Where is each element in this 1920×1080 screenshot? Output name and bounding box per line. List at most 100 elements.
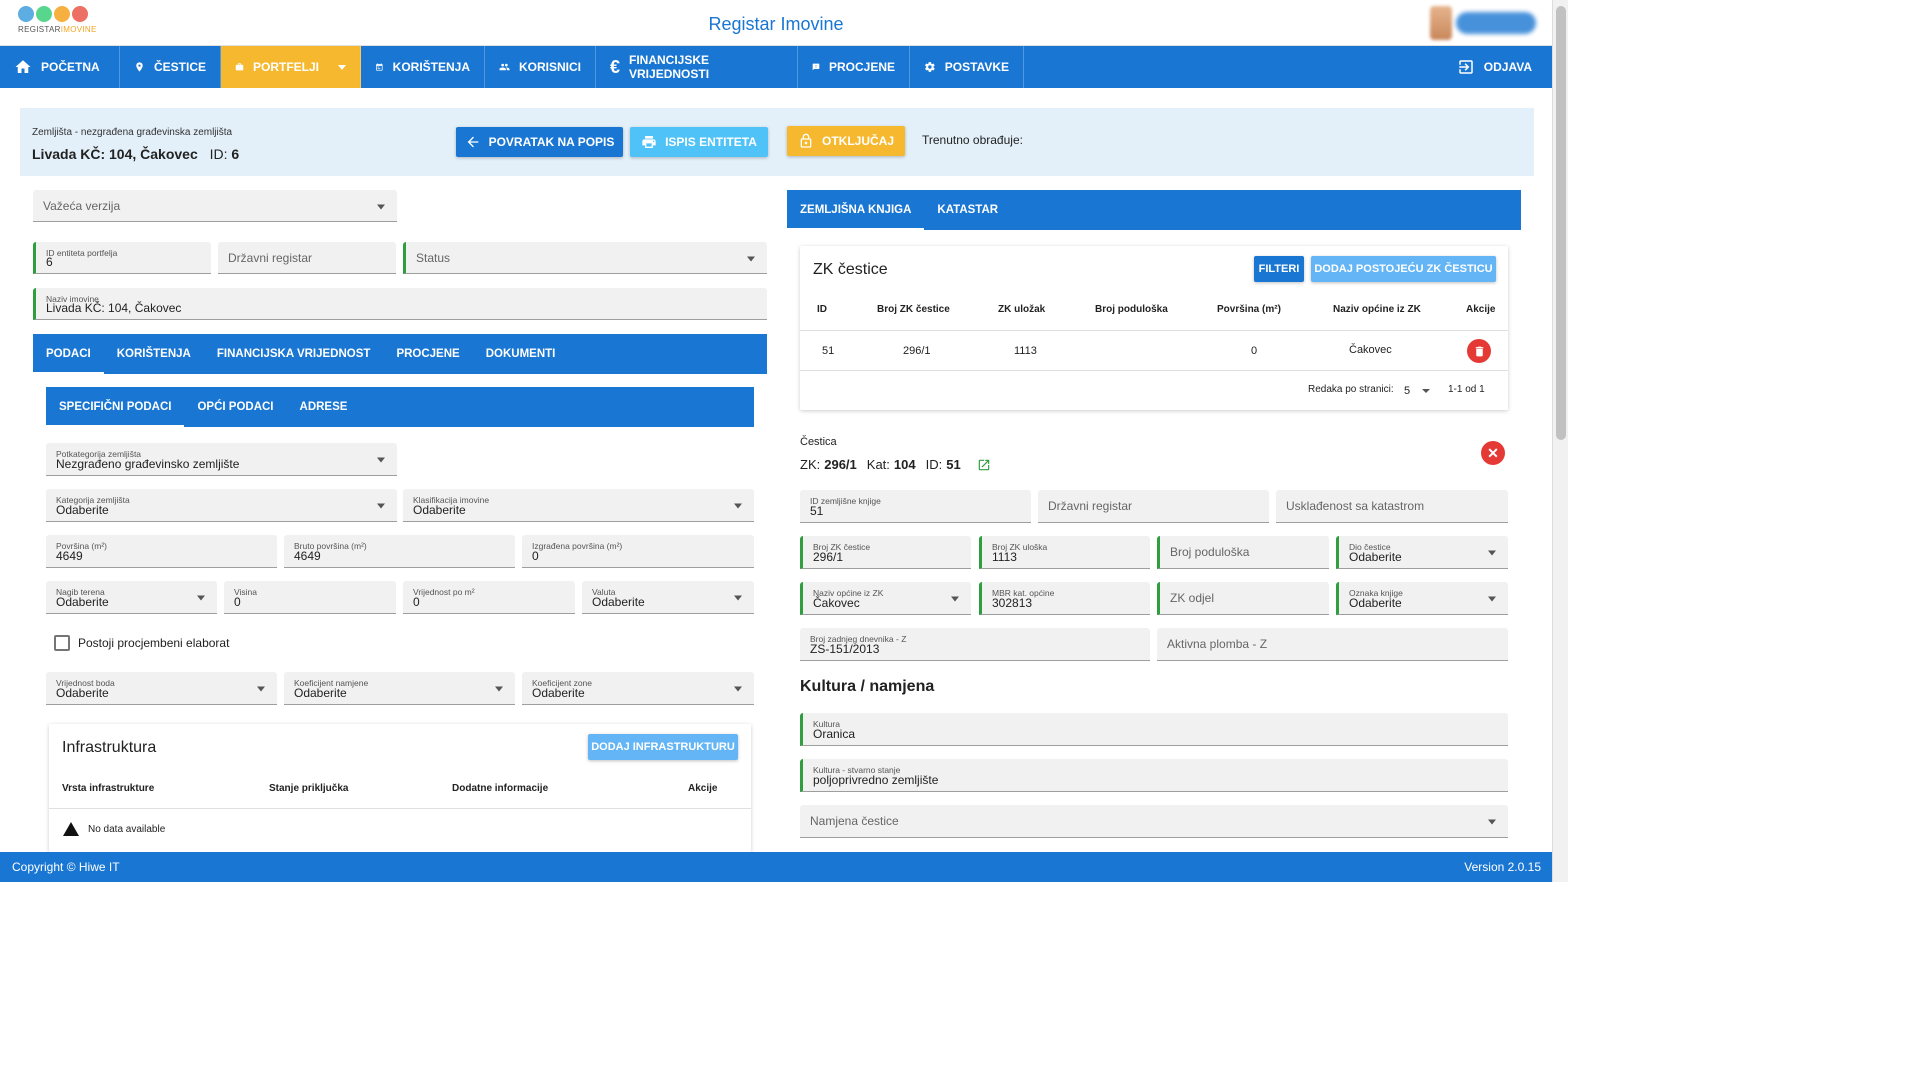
book-mark-select[interactable]: Oznaka knjige Odaberite <box>1336 582 1508 615</box>
unlock-button[interactable]: OTKLJUČAJ <box>787 126 905 156</box>
nav-label: POČETNA <box>41 60 100 74</box>
zk-parcel-number-field[interactable]: Broj ZK čestice 296/1 <box>800 536 971 569</box>
tab-procjene[interactable]: PROCJENE <box>383 334 472 374</box>
status-select[interactable]: Status <box>403 242 767 274</box>
parcel-part-select[interactable]: Dio čestice Odaberite <box>1336 536 1508 569</box>
filters-button[interactable]: FILTERI <box>1254 256 1304 282</box>
chevron-down-icon <box>734 686 742 692</box>
sub-insert-number-field[interactable]: Broj poduloška <box>1157 536 1329 569</box>
user-avatar[interactable] <box>1430 6 1452 40</box>
culture-actual-state-field[interactable]: Kultura - stvarno stanje poljoprivredno … <box>800 759 1508 792</box>
infrastructure-title: Infrastruktura <box>62 739 157 756</box>
gross-area-field[interactable]: Bruto površina (m²) 4649 <box>284 535 515 568</box>
sub-tabs: SPECIFIČNI PODACI OPĆI PODACI ADRESE <box>46 387 754 427</box>
tab-koristenja[interactable]: KORIŠTENJA <box>104 334 204 374</box>
parcel-purpose-select[interactable]: Namjena čestice <box>800 805 1508 838</box>
terrain-slope-select[interactable]: Nagib terena Odaberite <box>46 581 217 614</box>
cell-zk-insert: 1113 <box>1014 345 1037 357</box>
logout-button[interactable]: ODJAVA <box>1443 46 1552 88</box>
main-tabs: PODACI KORIŠTENJA FINANCIJSKA VRIJEDNOST… <box>33 334 767 374</box>
land-registry-id-field[interactable]: ID zemljišne knjige 51 <box>800 490 1031 523</box>
close-parcel-button[interactable]: ✕ <box>1481 441 1505 465</box>
gear-icon <box>925 62 935 72</box>
tab-opci-podaci[interactable]: OPĆI PODACI <box>184 387 286 427</box>
back-to-list-button[interactable]: POVRATAK NA POPIS <box>456 127 623 157</box>
active-seal-field[interactable]: Aktivna plomba - Z <box>1157 628 1508 661</box>
area-field[interactable]: Površina (m²) 4649 <box>46 535 277 568</box>
print-entity-button[interactable]: ISPIS ENTITETA <box>630 127 768 157</box>
tab-financijska-vrijednost[interactable]: FINANCIJSKA VRIJEDNOST <box>204 334 384 374</box>
tab-dokumenti[interactable]: DOKUMENTI <box>473 334 569 374</box>
culture-field[interactable]: Kultura Oranica <box>800 713 1508 746</box>
nav-item-cestice[interactable]: ČESTICE <box>120 46 221 88</box>
add-infra-label: DODAJ INFRASTRUKTURU <box>591 741 735 753</box>
tab-specificni-podaci[interactable]: SPECIFIČNI PODACI <box>46 387 185 427</box>
land-category-select[interactable]: Kategorija zemljišta Odaberite <box>46 489 397 522</box>
field-value: poljoprivredno zemljište <box>813 773 939 787</box>
page-scrollbar[interactable] <box>1552 0 1568 882</box>
zk-insert-number-field[interactable]: Broj ZK uloška 1113 <box>979 536 1150 569</box>
field-value: 6 <box>46 255 53 269</box>
nav-item-koristenja[interactable]: KORIŠTENJA <box>361 46 485 88</box>
currency-select[interactable]: Valuta Odaberite <box>582 581 754 614</box>
nav-item-postavke[interactable]: POSTAVKE <box>910 46 1024 88</box>
field-value: Odaberite <box>56 503 109 517</box>
add-existing-zk-parcel-button[interactable]: DODAJ POSTOJEĆU ZK ČESTICU <box>1311 256 1496 282</box>
asset-classification-select[interactable]: Klasifikacija imovine Odaberite <box>403 489 754 522</box>
col-infra-type: Vrsta infrastrukture <box>62 783 155 794</box>
rows-per-page-select[interactable]: 5 <box>1404 383 1434 399</box>
version-placeholder: Važeća verzija <box>43 198 121 213</box>
tab-podaci[interactable]: PODACI <box>33 334 104 374</box>
app-title: Registar Imovine <box>708 14 844 34</box>
delete-button[interactable] <box>1467 339 1491 363</box>
state-registry-field[interactable]: Državni registar <box>218 242 396 274</box>
open-external-icon[interactable] <box>977 458 991 472</box>
field-value: Čakovec <box>813 596 860 610</box>
unlock-label: OTKLJUČAJ <box>821 134 894 148</box>
scrollbar-thumb[interactable] <box>1556 6 1566 440</box>
tab-zemljisna-knjiga[interactable]: ZEMLJIŠNA KNJIGA <box>787 190 925 230</box>
field-value: Odaberite <box>532 686 585 700</box>
no-data-text: No data available <box>88 824 166 835</box>
municipality-select[interactable]: Naziv općine iz ZK Čakovec <box>800 582 971 615</box>
nav-item-korisnici[interactable]: KORISNICI <box>485 46 596 88</box>
cadastre-alignment-field[interactable]: Usklađenost sa katastrom <box>1276 490 1508 523</box>
state-registry-field-right[interactable]: Državni registar <box>1038 490 1269 523</box>
kat-label: Kat: <box>866 457 890 472</box>
cadastral-mbr-field[interactable]: MBR kat. općine 302813 <box>979 582 1150 615</box>
value-per-m2-field[interactable]: Vrijednost po m² 0 <box>403 581 575 614</box>
built-area-field[interactable]: Izgrađena površina (m²) 0 <box>522 535 754 568</box>
chevron-down-icon <box>951 596 959 602</box>
field-placeholder: Broj poduloška <box>1170 545 1250 559</box>
point-value-select[interactable]: Vrijednost boda Odaberite <box>46 672 277 705</box>
zk-value: 296/1 <box>824 457 857 472</box>
portfolio-entity-id-field[interactable]: ID entiteta portfelja 6 <box>33 242 211 274</box>
purpose-coefficient-select[interactable]: Koeficijent namjene Odaberite <box>284 672 515 705</box>
nav-item-procjene[interactable]: PROCJENE <box>798 46 910 88</box>
appraisal-report-checkbox[interactable] <box>54 635 70 651</box>
nav-item-financijske-vrijednosti[interactable]: € FINANCIJSKE VRIJEDNOSTI <box>596 46 798 88</box>
nav-label: POSTAVKE <box>944 60 1009 74</box>
zk-parcels-title: ZK čestice <box>813 261 888 278</box>
tab-katastar[interactable]: KATASTAR <box>924 190 1011 230</box>
land-subcategory-select[interactable]: Potkategorija zemljišta Nezgrađeno građe… <box>46 443 397 476</box>
lock-icon <box>800 133 812 148</box>
add-infrastructure-button[interactable]: DODAJ INFRASTRUKTURU <box>588 734 738 760</box>
version-select[interactable]: Važeća verzija <box>33 190 397 222</box>
currently-editing-label: Trenutno obrađuje: <box>922 133 1023 147</box>
warning-icon <box>63 822 79 836</box>
zk-department-field[interactable]: ZK odjel <box>1157 582 1329 615</box>
zone-coefficient-select[interactable]: Koeficijent zone Odaberite <box>522 672 754 705</box>
last-journal-number-field[interactable]: Broj zadnjeg dnevnika - Z ZS-151/2013 <box>800 628 1150 661</box>
asset-name-field[interactable]: Naziv imovine Livada KČ: 104, Čakovec <box>33 288 767 320</box>
user-menu[interactable] <box>1456 12 1536 34</box>
cell-id: 51 <box>822 345 835 357</box>
col-actions: Akcije <box>1466 304 1496 315</box>
table-row[interactable]: 51 296/1 1113 0 Čakovec <box>800 331 1508 371</box>
parcel-id-value: 51 <box>946 457 961 472</box>
tab-adrese[interactable]: ADRESE <box>287 387 361 427</box>
table-divider <box>49 808 751 809</box>
height-field[interactable]: Visina 0 <box>224 581 396 614</box>
nav-item-pocetna[interactable]: POČETNA <box>0 46 120 88</box>
nav-item-portfelji[interactable]: PORTFELJI <box>221 46 361 88</box>
